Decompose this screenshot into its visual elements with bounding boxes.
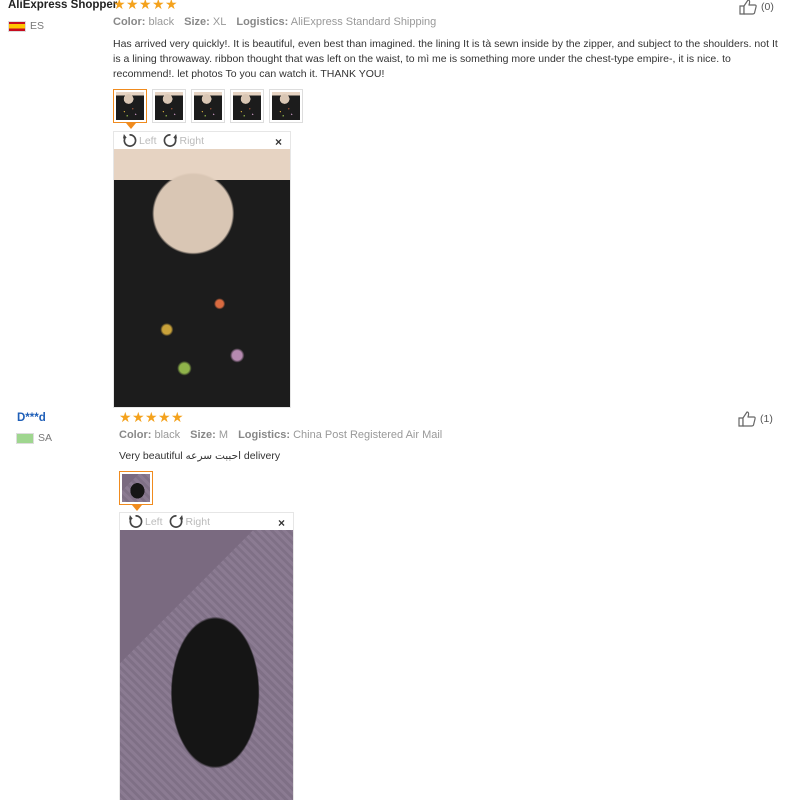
photo-thumbnail[interactable] [152,89,186,123]
country-code: SA [38,432,53,444]
photo-thumbnail[interactable] [191,89,225,123]
rotate-right-icon [169,514,183,528]
rotate-left-icon [122,133,137,147]
color-label: Color: [113,16,146,28]
star-rating: ★ ★ ★ ★ ★ [119,409,184,425]
photo-thumbnails [113,89,303,129]
rotate-right-icon [163,133,177,147]
photo-thumbnails [119,471,153,511]
rotate-left-icon [128,514,143,528]
logistics-label: Logistics: [236,16,289,28]
rotate-right-button[interactable]: Right [163,133,205,148]
close-icon[interactable]: × [278,516,285,530]
close-icon[interactable]: × [275,135,282,149]
viewer-toolbar: Left Right × [114,132,290,149]
review-photo [114,149,290,407]
helpful-button[interactable]: (1) [737,411,773,427]
photo-viewer: Left Right × [119,512,294,800]
flag-icon [16,432,34,444]
country-code: ES [30,20,45,32]
rotate-right-label: Right [185,515,211,528]
logistics-value: China Post Registered Air Mail [293,429,443,441]
logistics-value: AliExpress Standard Shipping [290,16,437,28]
review-item: D***d ★ ★ ★ ★ ★ Color: black Size: M Log… [0,408,800,800]
star-icon: ★ [158,409,171,425]
star-icon: ★ [145,409,158,425]
photo-thumbnail[interactable] [119,471,153,511]
rotate-right-label: Right [179,134,205,147]
review-photo [120,530,293,800]
helpful-count: (1) [760,413,773,425]
size-value: XL [212,16,227,28]
thumbs-up-icon [738,0,758,15]
photo-thumbnail[interactable] [230,89,264,123]
reviewer-country: ES [8,20,44,32]
reviewer-country: SA [16,432,52,444]
rotate-left-label: Left [139,134,157,147]
order-info: Color: black Size: XL Logistics: AliExpr… [113,16,436,28]
helpful-count: (0) [761,1,774,13]
review-item: AliExpress Shopper ES ★ ★ ★ ★ ★ Color: b… [0,0,800,410]
photo-thumbnail[interactable] [269,89,303,123]
rotate-left-label: Left [145,515,163,528]
logistics-label: Logistics: [238,429,291,441]
size-value: M [218,429,229,441]
reviewer-name[interactable]: D***d [17,412,46,424]
flag-icon [8,20,26,32]
helpful-button[interactable]: (0) [738,0,774,15]
star-icon: ★ [119,409,132,425]
rotate-right-button[interactable]: Right [169,514,211,529]
photo-viewer: Left Right × [113,131,291,408]
review-text: Very beautiful احببت سرعه delivery [119,450,281,462]
size-label: Size: [184,16,210,28]
viewer-toolbar: Left Right × [120,513,293,530]
star-icon: ★ [171,409,184,425]
star-icon: ★ [113,0,126,12]
star-icon: ★ [132,409,145,425]
size-label: Size: [190,429,216,441]
reviewer-name: AliExpress Shopper [8,0,118,11]
order-info: Color: black Size: M Logistics: China Po… [119,429,442,441]
star-icon: ★ [139,0,152,12]
photo-thumbnail[interactable] [113,89,147,129]
color-label: Color: [119,429,152,441]
color-value: black [148,16,175,28]
star-rating: ★ ★ ★ ★ ★ [113,0,178,12]
color-value: black [154,429,181,441]
thumbs-up-icon [737,411,757,427]
star-icon: ★ [165,0,178,12]
rotate-left-button[interactable]: Left [128,514,163,529]
star-icon: ★ [152,0,165,12]
review-text: Has arrived very quickly!. It is beautif… [113,38,778,80]
rotate-left-button[interactable]: Left [122,133,157,148]
star-icon: ★ [126,0,139,12]
